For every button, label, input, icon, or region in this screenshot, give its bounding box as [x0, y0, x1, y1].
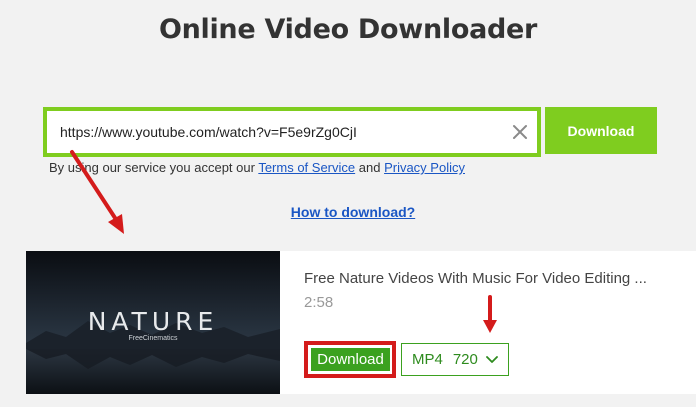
privacy-policy-link[interactable]: Privacy Policy: [384, 160, 465, 175]
video-result-card: NATURE FreeCinematics Free Nature Videos…: [26, 251, 696, 394]
url-input[interactable]: [60, 122, 490, 142]
download-button[interactable]: Download: [545, 107, 657, 154]
terms-middle: and: [355, 160, 385, 175]
close-icon[interactable]: [512, 124, 528, 140]
thumbnail-title: NATURE: [87, 307, 219, 336]
how-to-download-link[interactable]: How to download?: [0, 204, 696, 220]
url-input-box[interactable]: [43, 107, 541, 157]
video-thumbnail[interactable]: NATURE FreeCinematics: [26, 251, 280, 394]
page-title: Online Video Downloader: [158, 14, 538, 45]
terms-of-service-link[interactable]: Terms of Service: [258, 160, 355, 175]
resolution-label: 720: [452, 351, 478, 368]
video-download-button[interactable]: Download: [311, 348, 390, 371]
thumbnail-subtitle: FreeCinematics: [128, 335, 178, 342]
video-title: Free Nature Videos With Music For Video …: [304, 270, 647, 287]
terms-prefix: By using our service you accept our: [49, 160, 259, 175]
format-label: MP4: [412, 351, 443, 368]
video-duration: 2:58: [304, 294, 334, 311]
format-select[interactable]: MP4 720: [401, 343, 509, 376]
terms-notice: By using our service you accept our Term…: [49, 160, 465, 175]
chevron-down-icon: [485, 355, 498, 363]
